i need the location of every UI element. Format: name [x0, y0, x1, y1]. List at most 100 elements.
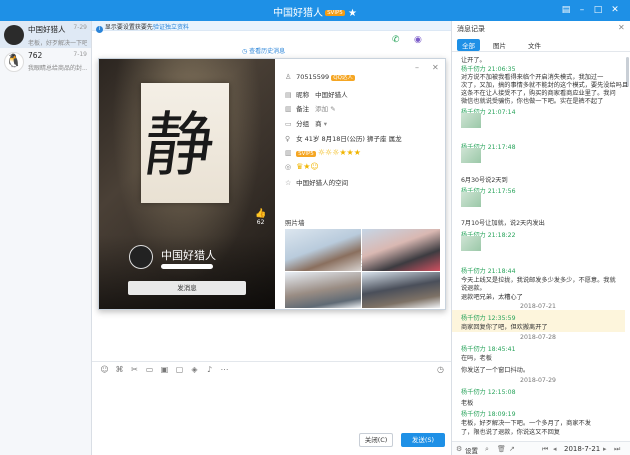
scissors-icon[interactable]: ✂	[130, 365, 139, 374]
notice-link[interactable]: 验证独立资料	[153, 24, 189, 31]
notice-text: 显示要设置获要先	[104, 24, 153, 31]
info-icon: i	[96, 26, 103, 33]
close-icon[interactable]: ✕	[609, 4, 621, 16]
message-text: 老板	[461, 400, 474, 407]
emoji-icon[interactable]: ☺	[100, 365, 109, 374]
person-icon: ♀	[285, 135, 291, 143]
share-icon[interactable]: ↗	[509, 445, 515, 453]
message-text: 商家回复你了吧，但欢搬离开了	[461, 324, 548, 331]
history-footer: ⚙ 设置 ⌕ 🗑 ↗ ⏮ ◂ 2018-7-21 ▸ ⏭	[452, 441, 630, 455]
group-label: 分组	[296, 120, 310, 128]
menu-icon[interactable]: ▤	[560, 4, 572, 16]
message-text: 说退款。	[461, 285, 486, 292]
minimize-icon[interactable]: –	[415, 63, 419, 72]
message-text: 在吗，老板	[461, 355, 492, 362]
profile-avatar[interactable]	[129, 245, 153, 269]
remark-edit[interactable]: 添加	[315, 105, 328, 113]
message-text: 老板，好歹解决一下吧。一个多月了，商家不发	[461, 420, 591, 427]
tab-files[interactable]: 文件	[523, 39, 546, 51]
prev-page-icon[interactable]: ◂	[553, 445, 557, 453]
history-link-text: 查看历史消息	[249, 48, 286, 55]
maximize-icon[interactable]: □	[592, 4, 604, 16]
close-icon[interactable]: ✕	[618, 23, 625, 32]
message-sender: 杨千仞力 21:18:44	[461, 268, 516, 275]
last-page-icon[interactable]: ⏭	[614, 445, 620, 454]
like-counter[interactable]: 👍 62	[255, 209, 266, 226]
photo-thumbnail[interactable]	[285, 229, 361, 271]
space-row[interactable]: ☆ 中国好猎人的空间	[285, 177, 348, 187]
nickname-value: 中国好猎人	[315, 91, 348, 99]
message-text: 微信也就说受骗伤，你也做一下吧。实在是裤不起了	[461, 98, 604, 105]
history-date[interactable]: 2018-7-21	[564, 445, 600, 453]
red-packet-icon[interactable]: ◈	[190, 365, 199, 374]
basic-info-row: ♀ 女 41岁 8月18日(公历) 狮子座 属龙	[285, 133, 402, 143]
tab-all[interactable]: 全部	[457, 39, 480, 51]
first-page-icon[interactable]: ⏮	[542, 445, 548, 454]
medal-icon: ◎	[285, 163, 292, 171]
medal-row: ◎ ♛★☺	[285, 162, 319, 171]
message-sender: 杨千仞力 18:09:19	[461, 411, 516, 418]
chevron-down-icon[interactable]: ▾	[324, 120, 327, 128]
photo-thumbnail[interactable]	[285, 272, 361, 308]
clock-icon: ◷	[242, 48, 248, 55]
conversation-list: 中国好猎人 7-29 老板，好歹解决一下吧 🐧 762 7-19 我眼睛总给商品…	[0, 21, 92, 455]
penguin-icon: ♙	[285, 73, 292, 81]
image-icon[interactable]: ▣	[160, 365, 169, 374]
group-value[interactable]: 商	[315, 120, 322, 128]
pencil-icon[interactable]: ✎	[330, 105, 335, 113]
send-message-button[interactable]: 发消息	[128, 281, 246, 295]
phone-icon[interactable]: ✆	[392, 35, 400, 45]
conversation-time: 7-29	[73, 24, 87, 31]
settings-label[interactable]: 设置	[465, 445, 478, 455]
video-icon[interactable]: ◉	[414, 35, 422, 45]
conversation-item[interactable]: 中国好猎人 7-29 老板，好歹解决一下吧	[0, 21, 91, 48]
profile-card: 静 👍 62 中国好猎人 发消息 – ✕ ♙ 70515599 QQ达人 ▤ 昵…	[98, 58, 446, 310]
note-icon: ▥	[285, 105, 292, 113]
tab-images[interactable]: 图片	[488, 39, 511, 51]
message-sender: 杨千仞力 12:15:08	[461, 389, 516, 396]
account-row: ♙ 70515599 QQ达人	[285, 73, 355, 81]
input-toolbar: ☺ ⌘ ✂ ▭ ▣ ▢ ◈ ♪ ⋯ ◷	[92, 361, 451, 375]
notice-bar: i 显示要设置获要先验证独立资料	[92, 21, 451, 33]
conversation-item[interactable]: 🐧 762 7-19 我眼睛总给商品的封...	[0, 48, 91, 75]
remark-row: ▥ 备注 添加 ✎	[285, 103, 336, 113]
account-number: 70515599	[296, 73, 330, 81]
folder-icon[interactable]: ▭	[145, 365, 154, 374]
id-card-icon: ▤	[285, 91, 292, 99]
like-count: 62	[256, 219, 265, 226]
gear-icon[interactable]: ⚙	[456, 445, 462, 453]
message-sender: 杨千仞力 18:45:41	[461, 346, 516, 353]
profile-cover-photo: 静 👍 62 中国好猎人 发消息	[99, 59, 275, 309]
history-title: 消息记录	[457, 25, 485, 33]
sticker-image[interactable]	[461, 236, 481, 251]
sticker-image[interactable]	[461, 148, 481, 163]
close-button[interactable]: 关闭(C)	[359, 433, 393, 447]
history-clock-icon[interactable]: ◷	[436, 365, 445, 374]
basic-info: 女 41岁 8月18日(公历) 狮子座 属龙	[296, 135, 402, 143]
svip-badge: SVIP5	[325, 10, 345, 16]
photo-thumbnail[interactable]	[362, 229, 440, 271]
photo-thumbnail[interactable]	[362, 272, 440, 308]
group-row: ▭ 分组 商 ▾	[285, 118, 327, 128]
thumbs-up-icon: 👍	[255, 209, 267, 219]
gif-icon[interactable]: ⌘	[115, 365, 124, 374]
profile-name: 中国好猎人	[161, 249, 216, 262]
sticker-image[interactable]	[461, 113, 481, 128]
search-icon[interactable]: ⌕	[485, 445, 489, 454]
space-link[interactable]: 中国好猎人的空间	[296, 179, 348, 187]
history-link[interactable]: ◷ 查看历史消息	[242, 46, 285, 55]
sticker-image[interactable]	[461, 192, 481, 207]
mic-icon[interactable]: ♪	[205, 365, 214, 374]
trash-icon[interactable]: 🗑	[497, 445, 506, 453]
minimize-icon[interactable]: –	[576, 4, 588, 16]
send-button[interactable]: 发送(S)	[401, 433, 445, 447]
avatar	[4, 25, 24, 45]
next-page-icon[interactable]: ▸	[603, 445, 607, 453]
redacted-signature	[161, 264, 213, 269]
message-sender: 杨千仞力 12:35:59	[461, 315, 516, 322]
close-icon[interactable]: ✕	[432, 63, 439, 72]
more-icon[interactable]: ⋯	[220, 365, 229, 374]
calligraphy-character: 静	[138, 104, 220, 186]
date-separator: 2018-07-21	[520, 303, 556, 310]
screen-icon[interactable]: ▢	[175, 365, 184, 374]
